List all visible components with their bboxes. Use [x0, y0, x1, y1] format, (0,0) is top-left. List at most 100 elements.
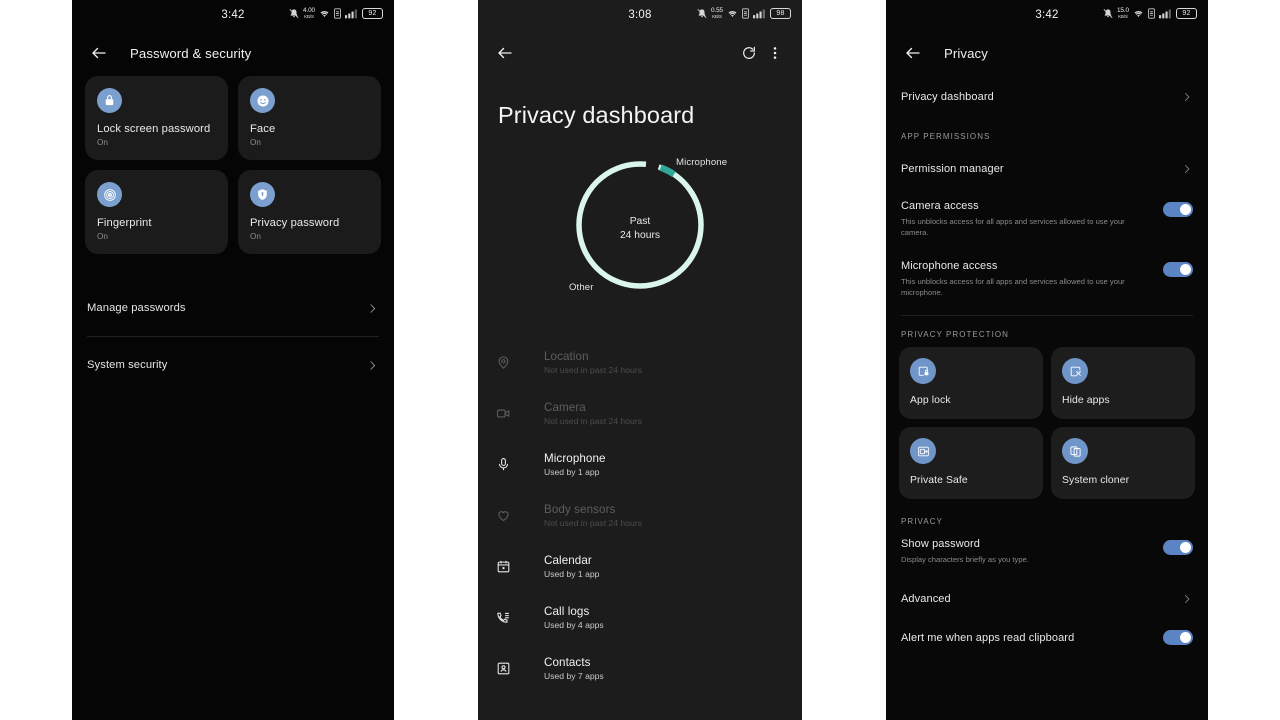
signal-bars-icon: [345, 9, 357, 19]
perm-text: Calendar Used by 1 app: [544, 554, 599, 579]
section-header-privacy-protection: PRIVACY PROTECTION: [901, 330, 1009, 339]
card-private-safe[interactable]: Private Safe: [899, 427, 1043, 499]
card-lock-screen-password[interactable]: Lock screen password On: [85, 76, 228, 160]
camera-icon-wrap: [496, 406, 526, 421]
back-button[interactable]: [492, 40, 518, 66]
microphone-icon: [498, 458, 509, 471]
perm-text: Camera Not used in past 24 hours: [544, 401, 642, 426]
donut-center-line2: 24 hours: [619, 229, 661, 241]
perm-text: Microphone Used by 1 app: [544, 452, 606, 477]
perm-name: Location: [544, 350, 589, 363]
card-privacy-password[interactable]: Privacy password On: [238, 170, 381, 254]
donut-center-text: Past 24 hours: [478, 215, 802, 243]
microphone-access-switch[interactable]: [1163, 262, 1193, 277]
perm-name: Call logs: [544, 605, 590, 618]
chevron-right-icon: [370, 303, 376, 313]
donut-label-other: Other: [569, 282, 594, 293]
wifi-icon: [1134, 11, 1143, 17]
shield-lock-icon-circle: [250, 182, 275, 207]
chevron-right-icon: [1185, 93, 1190, 101]
row-system-security[interactable]: System security: [72, 337, 394, 393]
bell-muted-icon: [697, 8, 707, 19]
sim-card-icon: [742, 8, 749, 19]
row-label: Permission manager: [901, 163, 1004, 175]
row-manage-passwords[interactable]: Manage passwords: [72, 280, 394, 336]
card-app-lock[interactable]: App lock: [899, 347, 1043, 419]
perm-row-body-sensors[interactable]: Body sensors Not used in past 24 hours: [478, 490, 802, 541]
network-speed-unit: KB/S: [1118, 13, 1128, 19]
toolbar: Password & security: [72, 30, 394, 76]
card-title: Privacy password: [250, 217, 340, 229]
hide-apps-icon: [1070, 366, 1081, 376]
toggle-text: Show password Display characters briefly…: [901, 538, 1163, 565]
perm-row-location[interactable]: Location Not used in past 24 hours: [478, 337, 802, 388]
privacy-usage-donut-chart: Microphone Other Past 24 hours: [478, 143, 802, 313]
toggle-description: This unblocks access for all apps and se…: [901, 277, 1125, 297]
app-lock-icon-circle: [910, 358, 936, 384]
perm-row-microphone[interactable]: Microphone Used by 1 app: [478, 439, 802, 490]
perm-row-call-logs[interactable]: Call logs Used by 4 apps: [478, 592, 802, 643]
location-pin-icon: [498, 356, 509, 369]
back-button[interactable]: [86, 40, 112, 66]
toggle-row-camera-access[interactable]: Camera access This unblocks access for a…: [886, 189, 1208, 249]
perm-sub: Used by 4 apps: [544, 620, 604, 630]
camera-access-switch[interactable]: [1163, 202, 1193, 217]
calendar-icon: [497, 560, 510, 573]
chevron-right-icon: [1185, 165, 1190, 173]
fingerprint-icon-circle: [97, 182, 122, 207]
perm-name: Camera: [544, 401, 586, 414]
card-status: On: [97, 138, 108, 147]
toolbar: Privacy: [886, 30, 1208, 76]
arrow-back-icon: [92, 47, 106, 59]
network-speed: 15.0 KB/S: [1117, 7, 1129, 19]
row-permission-manager[interactable]: Permission manager: [886, 149, 1208, 189]
perm-text: Location Not used in past 24 hours: [544, 350, 642, 375]
page-title: Password & security: [130, 45, 252, 61]
toggle-description: Display characters briefly as you type.: [901, 555, 1029, 564]
location-pin-icon-wrap: [496, 355, 526, 370]
card-hide-apps[interactable]: Hide apps: [1051, 347, 1195, 419]
switch-knob: [1180, 542, 1191, 553]
toggle-row-show-password[interactable]: Show password Display characters briefly…: [886, 534, 1208, 576]
perm-sub: Not used in past 24 hours: [544, 365, 642, 375]
card-system-cloner[interactable]: System cloner: [1051, 427, 1195, 499]
clipboard-alert-switch[interactable]: [1163, 630, 1193, 645]
switch-knob: [1180, 204, 1191, 215]
toggle-row-clipboard-alert[interactable]: Alert me when apps read clipboard: [886, 622, 1208, 656]
switch-knob: [1180, 264, 1191, 275]
status-bar: 3:08 0.55 KB/S 98: [478, 0, 802, 30]
sim-card-icon: [334, 8, 341, 19]
show-password-switch[interactable]: [1163, 540, 1193, 555]
battery-indicator: 98: [770, 8, 791, 19]
face-icon-circle: [250, 88, 275, 113]
perm-name: Microphone: [544, 452, 606, 465]
row-privacy-dashboard[interactable]: Privacy dashboard: [886, 76, 1208, 118]
system-cloner-icon-circle: [1062, 438, 1088, 464]
contacts-icon: [497, 662, 510, 675]
perm-row-camera[interactable]: Camera Not used in past 24 hours: [478, 388, 802, 439]
perm-name: Body sensors: [544, 503, 616, 516]
toggle-description: This unblocks access for all apps and se…: [901, 217, 1125, 237]
private-safe-icon: [917, 446, 929, 456]
chevron-right-icon: [370, 360, 376, 370]
arrow-back-icon: [498, 47, 512, 59]
perm-sub: Used by 1 app: [544, 569, 600, 579]
perm-row-contacts[interactable]: Contacts Used by 7 apps: [478, 643, 802, 694]
heart-icon-wrap: [496, 508, 526, 523]
page-title: Privacy: [944, 45, 988, 61]
card-face[interactable]: Face On: [238, 76, 381, 160]
card-fingerprint[interactable]: Fingerprint On: [85, 170, 228, 254]
chevron-right-icon: [1185, 595, 1190, 603]
row-label: Advanced: [901, 593, 951, 605]
perm-text: Body sensors Not used in past 24 hours: [544, 503, 642, 528]
calendar-icon-wrap: [496, 559, 526, 574]
toggle-row-microphone-access[interactable]: Microphone access This unblocks access f…: [886, 249, 1208, 309]
row-advanced[interactable]: Advanced: [886, 576, 1208, 622]
status-bar: 3:42 15.0 KB/S 92: [886, 0, 1208, 30]
page-title: Privacy dashboard: [498, 102, 695, 128]
back-button[interactable]: [900, 40, 926, 66]
perm-row-calendar[interactable]: Calendar Used by 1 app: [478, 541, 802, 592]
refresh-button[interactable]: [736, 40, 762, 66]
more-options-button[interactable]: [762, 40, 788, 66]
card-title: Face: [250, 123, 276, 135]
